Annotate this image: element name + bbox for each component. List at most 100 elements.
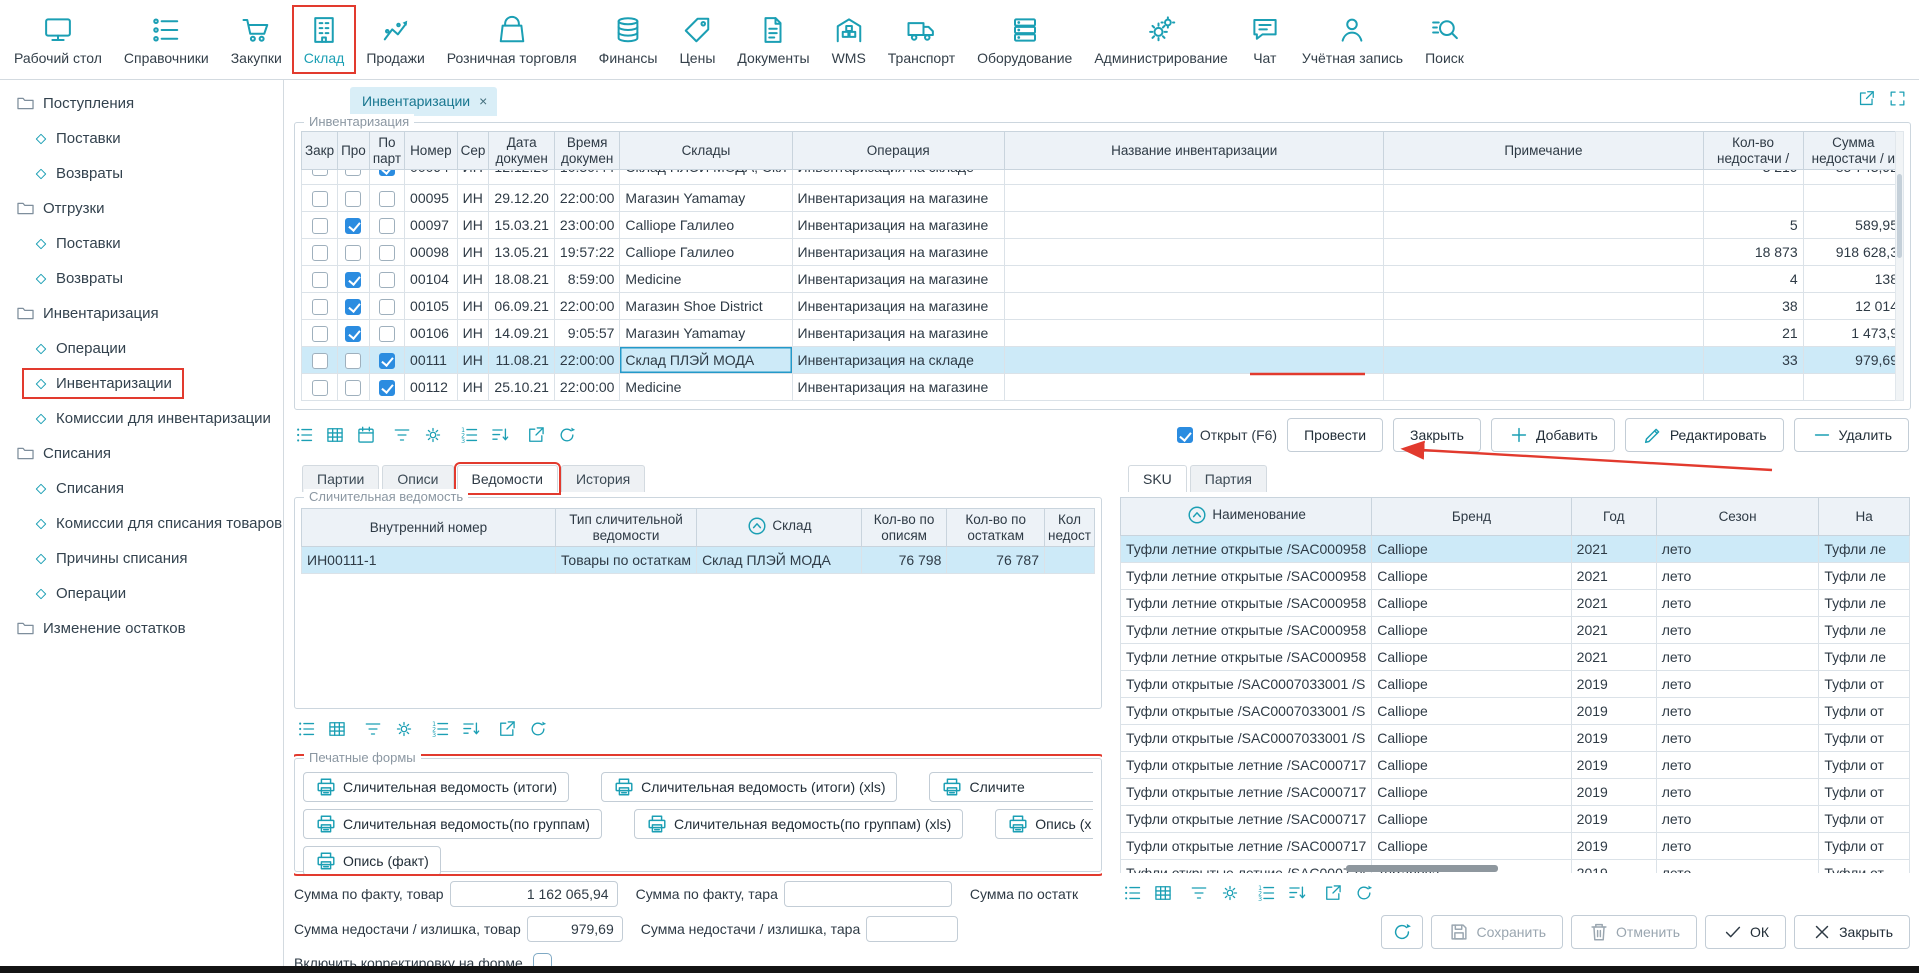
vertical-scrollbar[interactable] <box>1895 131 1904 401</box>
sku-row[interactable]: Туфли летние открытые /SAC000958Calliope… <box>1121 536 1910 563</box>
topbar-item-scatter[interactable]: Продажи <box>358 9 432 70</box>
row-checkbox[interactable] <box>379 380 395 396</box>
topbar-item-truck[interactable]: Транспорт <box>880 9 963 70</box>
sortcircle-icon[interactable] <box>746 515 768 537</box>
statement-tab-2[interactable]: Ведомости <box>457 465 558 492</box>
sku-row[interactable]: Туфли летние открытые /SAC000958Calliope… <box>1121 617 1910 644</box>
column-header[interactable]: Кол-во недостачи / <box>1703 132 1803 170</box>
short-goods-input[interactable] <box>527 916 623 942</box>
column-header[interactable]: Закр <box>302 132 338 170</box>
sidebar-item-2[interactable]: Возвраты <box>0 156 283 191</box>
print-form-button[interactable]: Сличительная ведомость (итоги) <box>303 772 569 802</box>
row-checkbox[interactable] <box>312 326 328 342</box>
sku-row[interactable]: Туфли летние открытые /SAC000958Calliope… <box>1121 563 1910 590</box>
row-checkbox[interactable] <box>379 245 395 261</box>
sidebar-item-8[interactable]: Инвентаризации <box>0 366 283 401</box>
sku-row[interactable]: Туфли открытые летние /SAC000717Calliope… <box>1121 833 1910 860</box>
sidebar-item-6[interactable]: Инвентаризация <box>0 296 283 331</box>
row-checkbox[interactable] <box>379 272 395 288</box>
row-checkbox[interactable] <box>379 353 395 369</box>
provesti-button[interactable]: Провести <box>1287 418 1383 452</box>
topbar-item-store[interactable]: Розничная торговля <box>439 9 585 70</box>
sidebar-item-4[interactable]: Поставки <box>0 226 283 261</box>
row-checkbox[interactable] <box>312 380 328 396</box>
sortlines-icon[interactable] <box>490 425 510 445</box>
fact-tare-input[interactable] <box>784 881 952 907</box>
refresh-icon[interactable] <box>528 719 548 739</box>
sidebar-item-1[interactable]: Поставки <box>0 121 283 156</box>
row-checkbox[interactable] <box>312 299 328 315</box>
column-header[interactable]: Номер <box>405 132 458 170</box>
inventory-row-00097[interactable]: 00097ИН15.03.2123:00:00Calliope ГалилеоИ… <box>302 212 1904 239</box>
gear-icon[interactable] <box>394 719 414 739</box>
sku-row[interactable]: Туфли открытые /SAC0007033001 /SCalliope… <box>1121 725 1910 752</box>
row-checkbox[interactable] <box>379 191 395 207</box>
sidebar-item-3[interactable]: Отгрузки <box>0 191 283 226</box>
extlink-icon[interactable] <box>1323 883 1343 903</box>
sortlines-icon[interactable] <box>1287 883 1307 903</box>
print-form-button[interactable]: Сличительная ведомость(по группам) <box>303 809 602 839</box>
zakryt-button[interactable]: Закрыть <box>1393 418 1481 452</box>
statement-tab-0[interactable]: Партии <box>302 465 379 492</box>
refresh-icon[interactable] <box>557 425 577 445</box>
calendar-icon[interactable] <box>356 425 376 445</box>
bullets-icon[interactable] <box>296 719 316 739</box>
topbar-item-desktop[interactable]: Рабочий стол <box>6 9 110 70</box>
numlist-icon[interactable] <box>459 425 479 445</box>
topbar-item-server[interactable]: Оборудование <box>969 9 1080 70</box>
column-header[interactable]: Кол-во по остаткам <box>947 509 1045 547</box>
scrollbar-thumb[interactable] <box>1897 174 1902 258</box>
sidebar-item-9[interactable]: Комиссии для инвентаризации <box>0 401 283 436</box>
sku-tab-0[interactable]: SKU <box>1128 465 1187 492</box>
topbar-item-wms[interactable]: WMS <box>824 9 874 70</box>
save-button[interactable]: Сохранить <box>1431 915 1563 949</box>
funnel-icon[interactable] <box>363 719 383 739</box>
grid-icon[interactable] <box>327 719 347 739</box>
column-header[interactable]: Про <box>338 132 370 170</box>
statement-tab-3[interactable]: История <box>561 465 645 492</box>
sku-row[interactable]: Туфли открытые летние /SAC000717Calliope… <box>1121 752 1910 779</box>
column-header[interactable]: Тип сличительной ведомости <box>555 509 696 547</box>
bullets-icon[interactable] <box>294 425 314 445</box>
column-header[interactable]: Время докумен <box>554 132 620 170</box>
popout-icon[interactable] <box>1857 89 1876 108</box>
inventory-row-00095[interactable]: 00095ИН29.12.2022:00:00Магазин YamamayИн… <box>302 185 1904 212</box>
refresh-icon[interactable] <box>1354 883 1374 903</box>
sidebar-item-10[interactable]: Списания <box>0 436 283 471</box>
column-header[interactable]: По парт <box>369 132 404 170</box>
topbar-item-coins[interactable]: Финансы <box>591 9 666 70</box>
column-header[interactable]: Склад <box>697 509 862 547</box>
bullets-icon[interactable] <box>1122 883 1142 903</box>
sku-row[interactable]: Туфли открытые летние /SAC000724Terranov… <box>1121 860 1910 874</box>
sidebar-item-11[interactable]: Списания <box>0 471 283 506</box>
column-header[interactable]: Наименование <box>1121 498 1372 536</box>
row-checkbox[interactable] <box>312 353 328 369</box>
sidebar-item-13[interactable]: Причины списания <box>0 541 283 576</box>
redaktirovat-button[interactable]: Редактировать <box>1625 418 1784 452</box>
topbar-item-person[interactable]: Учётная запись <box>1294 9 1411 70</box>
gear-icon[interactable] <box>1220 883 1240 903</box>
print-form-button[interactable]: Сличите <box>929 772 1093 802</box>
sidebar-item-5[interactable]: Возвраты <box>0 261 283 296</box>
column-header[interactable]: Бренд <box>1372 498 1571 536</box>
column-header[interactable]: Примечание <box>1384 132 1703 170</box>
row-checkbox[interactable] <box>312 218 328 234</box>
sidebar-item-14[interactable]: Операции <box>0 576 283 611</box>
column-header[interactable]: Склады <box>620 132 792 170</box>
column-header[interactable]: Кол-во по описям <box>861 509 947 547</box>
horizontal-scrollbar[interactable] <box>1346 865 1498 872</box>
topbar-item-chat[interactable]: Чат <box>1242 9 1288 70</box>
sortlines-icon[interactable] <box>461 719 481 739</box>
print-form-button[interactable]: Опись (факт) <box>303 846 441 876</box>
extlink-icon[interactable] <box>526 425 546 445</box>
fact-goods-input[interactable] <box>450 881 618 907</box>
fullscreen-icon[interactable] <box>1888 89 1907 108</box>
extlink-icon[interactable] <box>497 719 517 739</box>
inventory-row-00098[interactable]: 00098ИН13.05.2119:57:22Calliope ГалилеоИ… <box>302 239 1904 266</box>
sidebar-item-0[interactable]: Поступления <box>0 86 283 121</box>
row-checkbox[interactable] <box>345 170 361 176</box>
inventory-row-00111[interactable]: 00111ИН11.08.2122:00:00Склад ПЛЭЙ МОДАИн… <box>302 347 1904 374</box>
ok-button[interactable]: ОК <box>1705 915 1786 949</box>
topbar-item-building[interactable]: Склад <box>296 9 353 70</box>
sidebar-item-7[interactable]: Операции <box>0 331 283 366</box>
